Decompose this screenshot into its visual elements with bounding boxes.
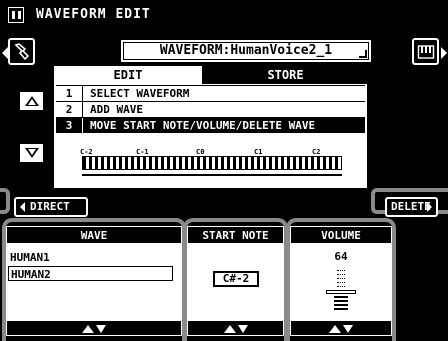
tab-bar: EDIT STORE [54, 66, 367, 84]
menu-item-number: 1 [56, 86, 83, 101]
scroll-up-button[interactable] [18, 90, 45, 112]
menu-item-move-start-note[interactable]: 3 MOVE START NOTE/VOLUME/DELETE WAVE [56, 117, 365, 133]
octave-label: C0 [196, 148, 205, 156]
mini-keyboard [82, 156, 342, 170]
hardware-knob-frame [286, 218, 396, 341]
grid-icon [8, 7, 24, 23]
octave-label: C-1 [136, 148, 149, 156]
hardware-knob-frame [2, 218, 186, 341]
octave-label: C2 [312, 148, 321, 156]
tool-button-left[interactable] [8, 38, 35, 65]
delete-button[interactable]: DELETE [385, 197, 438, 217]
edit-area: WAVEFORM:HumanVoice2_1 EDIT STORE 1 SELE… [0, 30, 448, 212]
menu-item-select-waveform[interactable]: 1 SELECT WAVEFORM [56, 85, 365, 101]
arrow-right-icon [441, 47, 447, 59]
menu-item-label: MOVE START NOTE/VOLUME/DELETE WAVE [90, 119, 316, 132]
tool-button-right[interactable] [412, 38, 439, 65]
direct-button[interactable]: DIRECT [14, 197, 88, 217]
triangle-up-icon [25, 96, 39, 106]
hardware-button-frame [0, 188, 10, 214]
menu-item-number: 2 [56, 102, 83, 117]
hardware-knob-frame [183, 218, 288, 341]
piano-icon [417, 45, 435, 59]
title-bar: WAVEFORM EDIT [0, 0, 448, 30]
guitar-hand-icon [14, 43, 30, 61]
page-title: WAVEFORM EDIT [36, 7, 151, 22]
scroll-down-button[interactable] [18, 142, 45, 164]
menu-item-label: SELECT WAVEFORM [90, 87, 190, 100]
triangle-down-icon [25, 148, 39, 158]
waveform-name-field[interactable]: WAVEFORM:HumanVoice2_1 [121, 40, 371, 62]
keyboard-range-bar [82, 174, 342, 176]
octave-label: C1 [254, 148, 263, 156]
menu-item-add-wave[interactable]: 2 ADD WAVE [56, 101, 365, 117]
menu-item-label: ADD WAVE [90, 103, 143, 116]
menu-item-number: 3 [56, 118, 83, 133]
tab-edit[interactable]: EDIT [54, 66, 204, 84]
octave-label: C-2 [80, 148, 93, 156]
tab-store[interactable]: STORE [204, 66, 367, 84]
